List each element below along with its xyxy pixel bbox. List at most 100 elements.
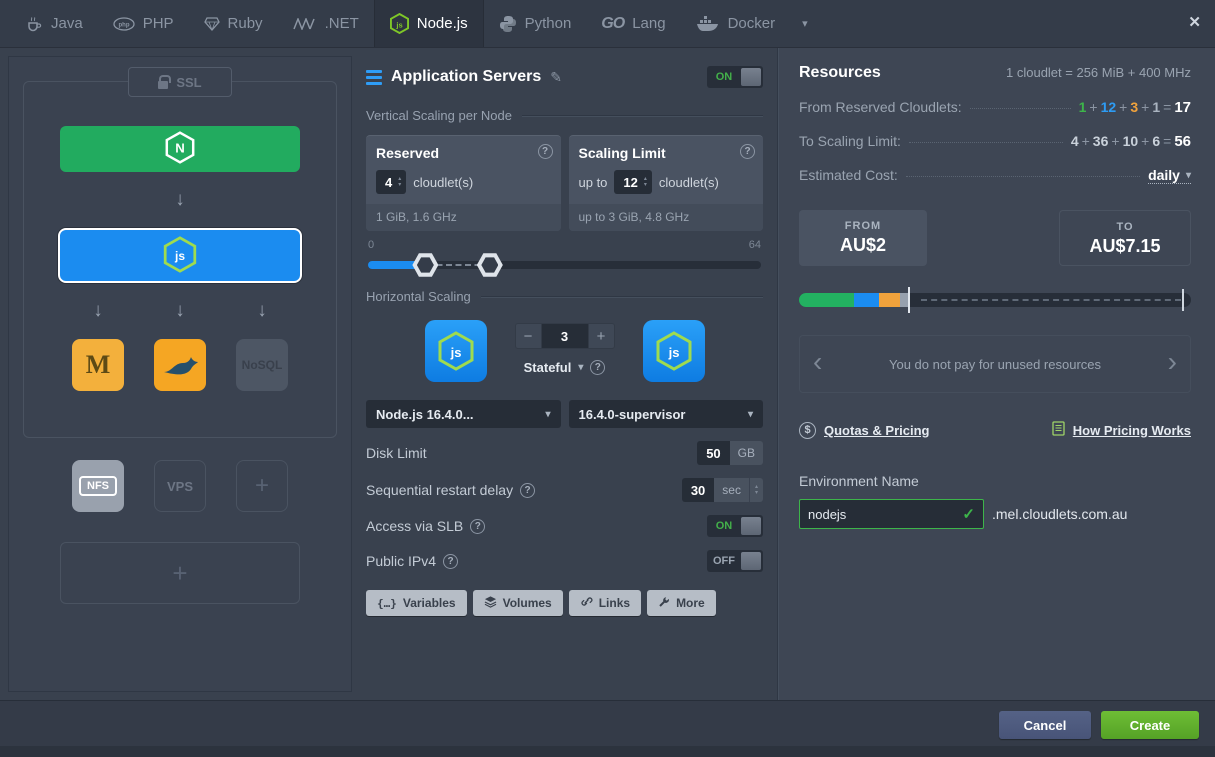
tab-python[interactable]: Python [484,0,587,47]
nodejs-version-dropdown[interactable]: Node.js 16.4.0... ▾ [366,400,561,428]
links-button[interactable]: Links [568,590,642,616]
resources-panel: Resources 1 cloudlet = 256 MiB + 400 MHz… [778,48,1215,700]
mysql-tile[interactable] [154,339,206,391]
toggle-knob [741,517,761,535]
nodejs-hex-icon: js [163,235,197,276]
add-layer-block[interactable]: + [60,542,300,604]
docker-icon [696,15,720,32]
close-icon[interactable]: ✕ [1188,13,1201,31]
edit-pencil-icon[interactable]: ✎ [550,69,562,86]
slb-toggle[interactable]: ON [707,515,763,537]
cancel-button[interactable]: Cancel [999,711,1091,739]
nfs-label: NFS [79,476,117,496]
node-count-value[interactable]: 3 [541,323,588,349]
reserved-cloudlets-stepper[interactable]: 4 ▴ ▾ [376,170,407,194]
create-button[interactable]: Create [1101,711,1199,739]
reserved-cloudlets-box: ? Reserved 4 ▴ ▾ cloudlet(s) 1 GiB, 1.6 G… [366,135,561,231]
nodejs-instance-tile[interactable]: js [642,320,705,382]
reserved-slider-handle[interactable] [412,252,439,278]
nodejs-hex-icon: js [438,331,473,371]
billing-period-dropdown[interactable]: daily ▾ [1148,167,1191,184]
price-from-box[interactable]: FROM AU$2 [799,210,927,266]
spinner-arrows-icon[interactable]: ▴ ▾ [398,176,401,188]
tabs-overflow-caret-icon[interactable]: ▾ [790,0,820,47]
python-icon [499,15,517,33]
topology-outline: N ↓ js ↓ ↓ ↓ M NoSQL [23,81,337,438]
help-icon[interactable]: ? [537,144,553,159]
valid-check-icon: ✓ [962,506,975,523]
storage-usage-segment [899,293,909,307]
tab-nodejs[interactable]: js Node.js [373,0,484,47]
svg-text:php: php [118,22,129,28]
add-node-tile[interactable]: + [236,460,288,512]
limit-total: 56 [1174,133,1191,150]
to-price: AU$7.15 [1089,236,1161,256]
vps-tile[interactable]: VPS [154,460,206,512]
mariadb-tile[interactable]: M [72,339,124,391]
language-tab-bar: Java php PHP Ruby .NET js Node.js Python… [0,0,1215,48]
quotas-pricing-link[interactable]: $ Quotas & Pricing [799,421,929,439]
chevron-right-icon[interactable]: › [1168,346,1177,378]
nosql-tile[interactable]: NoSQL [236,339,288,391]
help-icon[interactable]: ? [590,360,606,375]
help-icon[interactable]: ? [443,553,459,569]
nodejs-instance-tile[interactable]: js [424,320,487,382]
dotnet-icon [292,17,317,30]
help-icon[interactable]: ? [740,144,755,159]
increase-nodes-button[interactable]: + [587,323,615,349]
tab-dotnet[interactable]: .NET [278,0,374,47]
tab-docker[interactable]: Docker [681,0,791,47]
slider-track[interactable] [368,253,761,277]
list-handle-icon[interactable] [366,69,382,85]
chevron-left-icon[interactable]: ‹ [813,346,822,378]
tab-php[interactable]: php PHP [98,0,189,47]
dollar-circle-icon: $ [799,421,816,439]
variables-button[interactable]: {…} Variables [366,590,467,616]
ssl-toggle-button[interactable]: SSL [128,67,232,97]
svg-text:js: js [395,20,402,29]
engine-version-dropdown[interactable]: 16.4.0-supervisor ▾ [568,400,763,428]
price-to-box[interactable]: TO AU$7.15 [1059,210,1191,266]
disk-limit-row: Disk Limit 50 GB [366,441,763,465]
reserved-title: Reserved [376,145,440,161]
spinner-arrows-icon[interactable]: ▴ ▾ [748,478,763,502]
disk-limit-input[interactable]: 50 GB [697,441,763,465]
spinner-arrows-icon[interactable]: ▴ ▾ [644,176,647,188]
tab-java[interactable]: Java [10,0,98,47]
environment-domain-suffix: .mel.cloudlets.com.au [992,506,1128,522]
tab-label: Python [524,15,572,32]
how-pricing-works-link[interactable]: How Pricing Works [1052,421,1191,439]
cloudlet-slider: 0 64 [368,239,761,277]
flow-arrow-icon: ↓ [175,189,185,210]
nginx-balancer-node[interactable]: N [60,126,300,172]
from-price-marker [908,287,911,313]
flow-arrows-row: ↓ ↓ ↓ [72,283,288,339]
slider-min-label: 0 [368,239,375,251]
flow-arrow-icon: ↓ [175,300,185,321]
appserver-enabled-toggle[interactable]: ON [707,66,763,88]
help-icon[interactable]: ? [520,482,536,498]
tab-golang[interactable]: GO Lang [586,0,680,47]
volumes-button[interactable]: Volumes [472,590,563,616]
from-price: AU$2 [839,235,887,255]
disk-limit-label: Disk Limit [366,445,427,461]
cloudlet-unit-label: cloudlet(s) [658,174,719,190]
environment-wizard: SSL N ↓ js ↓ ↓ ↓ M NoSQL NFS VPS + + App… [0,48,1215,700]
environment-name-row: nodejs ✓ .mel.cloudlets.com.au [799,499,1191,529]
help-icon[interactable]: ? [470,518,486,534]
restart-delay-input[interactable]: 30 sec ▴ ▾ [681,478,763,502]
environment-name-input[interactable]: nodejs ✓ [799,499,984,529]
go-icon: GO [601,14,625,32]
tab-ruby[interactable]: Ruby [189,0,278,47]
ipv4-toggle[interactable]: OFF [707,550,763,572]
application-servers-header: Application Servers ✎ ON [366,66,763,88]
mysql-dolphin-icon [162,352,198,379]
more-button[interactable]: More [647,590,716,616]
scaling-limit-stepper[interactable]: 12 ▴ ▾ [614,170,652,194]
scaling-mode-dropdown[interactable]: Stateful ▾ ? [524,360,606,375]
decrease-nodes-button[interactable]: − [514,323,542,349]
limit-slider-handle[interactable] [476,252,503,278]
price-range: FROM AU$2 TO AU$7.15 [799,210,1191,266]
nfs-storage-tile[interactable]: NFS [72,460,124,512]
nodejs-appserver-node[interactable]: js [58,228,302,283]
